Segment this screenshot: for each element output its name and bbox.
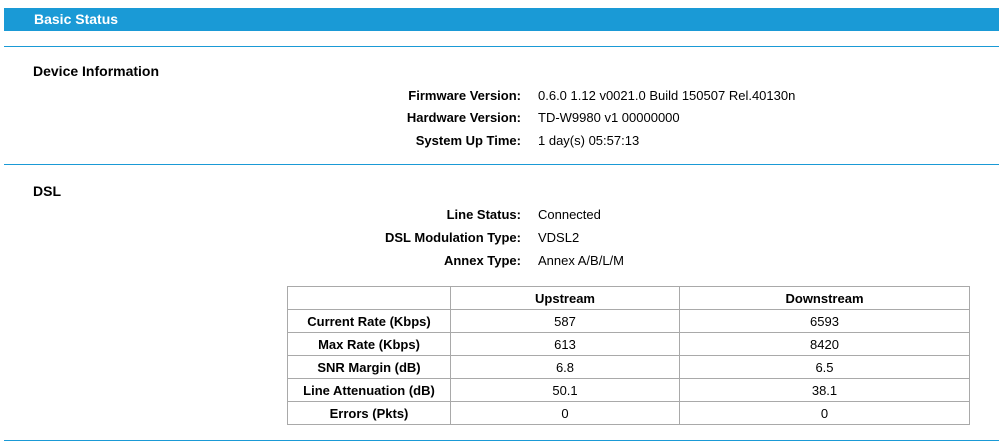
firmware-version-label: Firmware Version: [408,88,521,103]
dsl-stats-table: Upstream Downstream Current Rate (Kbps) … [287,286,970,425]
header-divider [4,46,999,47]
page-header-bar: Basic Status [4,8,999,31]
annex-type-value: Annex A/B/L/M [538,253,624,268]
section-divider [4,164,999,165]
annex-type-label: Annex Type: [443,253,521,268]
firmware-version-value: 0.6.0 1.12 v0021.0 Build 150507 Rel.4013… [538,88,796,103]
line-status-label: Line Status: [446,207,521,222]
dsl-title: DSL [33,183,61,199]
dsl-modulation-value: VDSL2 [538,230,580,245]
hardware-version-label: Hardware Version: [406,110,521,125]
dsl-modulation-label: DSL Modulation Type: [384,230,521,245]
row-label: Line Attenuation (dB) [287,378,451,402]
table-row: Line Attenuation (dB) 50.1 38.1 [287,378,970,402]
downstream-cell: 0 [679,401,970,425]
row-label: Max Rate (Kbps) [287,332,451,356]
page-title: Basic Status [34,11,119,27]
upstream-cell: 0 [450,401,680,425]
table-header-empty [287,286,451,310]
upstream-cell: 587 [450,309,680,333]
downstream-cell: 6593 [679,309,970,333]
table-row: Max Rate (Kbps) 613 8420 [287,332,970,356]
system-uptime-value: 1 day(s) 05:57:13 [538,133,640,148]
row-label: SNR Margin (dB) [287,355,451,379]
bottom-divider [4,440,999,441]
downstream-cell: 38.1 [679,378,970,402]
system-uptime-label: System Up Time: [415,133,521,148]
row-label: Current Rate (Kbps) [287,309,451,333]
table-header-row: Upstream Downstream [287,286,970,310]
hardware-version-value: TD-W9980 v1 00000000 [538,110,680,125]
upstream-header: Upstream [450,286,680,310]
table-row: SNR Margin (dB) 6.8 6.5 [287,355,970,379]
upstream-cell: 50.1 [450,378,680,402]
device-info-title: Device Information [33,63,160,79]
downstream-cell: 6.5 [679,355,970,379]
upstream-cell: 613 [450,332,680,356]
downstream-header: Downstream [679,286,970,310]
row-label: Errors (Pkts) [287,401,451,425]
line-status-value: Connected [538,207,601,222]
downstream-cell: 8420 [679,332,970,356]
upstream-cell: 6.8 [450,355,680,379]
table-row: Current Rate (Kbps) 587 6593 [287,309,970,333]
table-row: Errors (Pkts) 0 0 [287,401,970,425]
